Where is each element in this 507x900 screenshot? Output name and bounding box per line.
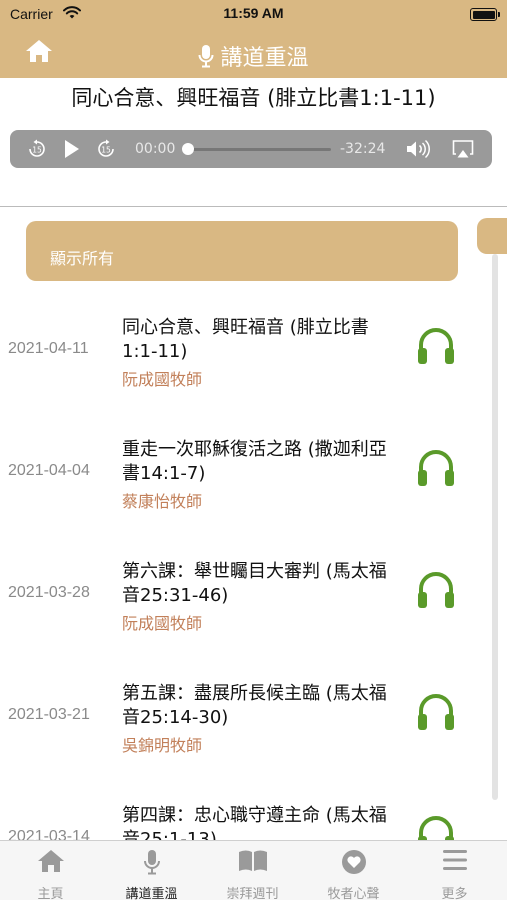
svg-text:15: 15	[32, 146, 42, 155]
scrollbar[interactable]	[492, 254, 498, 800]
sermon-date: 2021-04-04	[8, 462, 90, 479]
tab-home[interactable]: 主頁	[0, 841, 101, 900]
tab-label: 主頁	[37, 887, 64, 900]
page-title-text: 講道重溫	[220, 46, 309, 71]
sermon-date: 2021-03-28	[8, 584, 90, 601]
heart-icon	[341, 849, 367, 879]
sermon-speaker: 吳錦明牧師	[122, 736, 203, 755]
battery-icon	[470, 8, 500, 21]
sermon-title: 第五課：盡展所長候主臨 (馬太福音25:14-30)	[122, 683, 387, 728]
play-icon[interactable]	[63, 139, 81, 163]
remaining-time: -32:24	[340, 141, 386, 157]
sermon-list: 2021-04-11 同心合意、興旺福音 (腓立比書1:1-11) 阮成國牧師 …	[0, 296, 490, 840]
sermon-title: 第六課：舉世矚目大審判 (馬太福音25:31-46)	[122, 561, 387, 606]
tab-pastor[interactable]: 牧者心聲	[303, 841, 404, 900]
clock: 11:59 AM	[223, 5, 284, 21]
sermon-speaker: 阮成國牧師	[122, 370, 203, 389]
volume-icon[interactable]	[406, 139, 432, 163]
page-title: 講道重溫	[0, 40, 507, 74]
divider	[0, 206, 507, 207]
show-all-button[interactable]: 顯示所有	[26, 221, 458, 281]
nav-bar: 講道重溫	[0, 28, 507, 78]
sermon-title: 重走一次耶穌復活之路 (撒迦利亞書14:1-7)	[122, 439, 387, 484]
rewind-15-icon[interactable]: 15	[27, 139, 47, 163]
sermon-date: 2021-03-14	[8, 828, 90, 840]
status-bar: Carrier 11:59 AM	[0, 0, 507, 28]
home-icon	[37, 849, 65, 877]
headphones-icon[interactable]	[414, 568, 458, 612]
svg-text:15: 15	[101, 146, 111, 155]
tab-bulletin[interactable]: 崇拜週刊	[202, 841, 303, 900]
progress-track[interactable]	[188, 148, 331, 151]
list-item[interactable]: 2021-03-14 第四課：忠心職守遵主命 (馬太福音25:1-13)	[0, 784, 490, 840]
headphones-icon[interactable]	[414, 812, 458, 840]
tab-bar: 主頁 講道重溫 崇拜週刊 牧者心聲 更多	[0, 840, 507, 900]
audio-player: 15 15 00:00 -32:24	[10, 130, 492, 168]
sermon-title: 第四課：忠心職守遵主命 (馬太福音25:1-13)	[122, 805, 387, 840]
side-panel-tab[interactable]	[477, 218, 507, 254]
tab-label: 講道重溫	[125, 887, 178, 900]
list-item[interactable]: 2021-04-11 同心合意、興旺福音 (腓立比書1:1-11) 阮成國牧師	[0, 296, 490, 418]
headphones-icon[interactable]	[414, 446, 458, 490]
tab-label: 牧者心聲	[327, 887, 380, 900]
book-icon	[238, 849, 268, 877]
tab-label: 更多	[441, 887, 468, 900]
forward-15-icon[interactable]: 15	[96, 139, 116, 163]
airplay-icon[interactable]	[452, 139, 474, 163]
menu-icon	[442, 849, 468, 875]
headphones-icon[interactable]	[414, 690, 458, 734]
tab-more[interactable]: 更多	[404, 841, 505, 900]
now-playing-title: 同心合意、興旺福音 (腓立比書1:1-11)	[71, 86, 436, 110]
tab-sermons[interactable]: 講道重溫	[101, 841, 202, 900]
tab-label: 崇拜週刊	[226, 887, 279, 900]
microphone-icon	[143, 849, 161, 879]
sermon-speaker: 阮成國牧師	[122, 614, 203, 633]
sermon-date: 2021-03-21	[8, 706, 90, 723]
list-item[interactable]: 2021-04-04 重走一次耶穌復活之路 (撒迦利亞書14:1-7) 蔡康怡牧…	[0, 418, 490, 540]
sermon-title: 同心合意、興旺福音 (腓立比書1:1-11)	[122, 317, 369, 362]
list-item[interactable]: 2021-03-28 第六課：舉世矚目大審判 (馬太福音25:31-46) 阮成…	[0, 540, 490, 662]
sermon-speaker: 蔡康怡牧師	[122, 492, 203, 511]
elapsed-time: 00:00	[135, 141, 176, 157]
progress-thumb[interactable]	[182, 143, 194, 155]
list-item[interactable]: 2021-03-21 第五課：盡展所長候主臨 (馬太福音25:14-30) 吳錦…	[0, 662, 490, 784]
microphone-icon	[198, 44, 214, 74]
headphones-icon[interactable]	[414, 324, 458, 368]
sermon-date: 2021-04-11	[8, 340, 89, 357]
